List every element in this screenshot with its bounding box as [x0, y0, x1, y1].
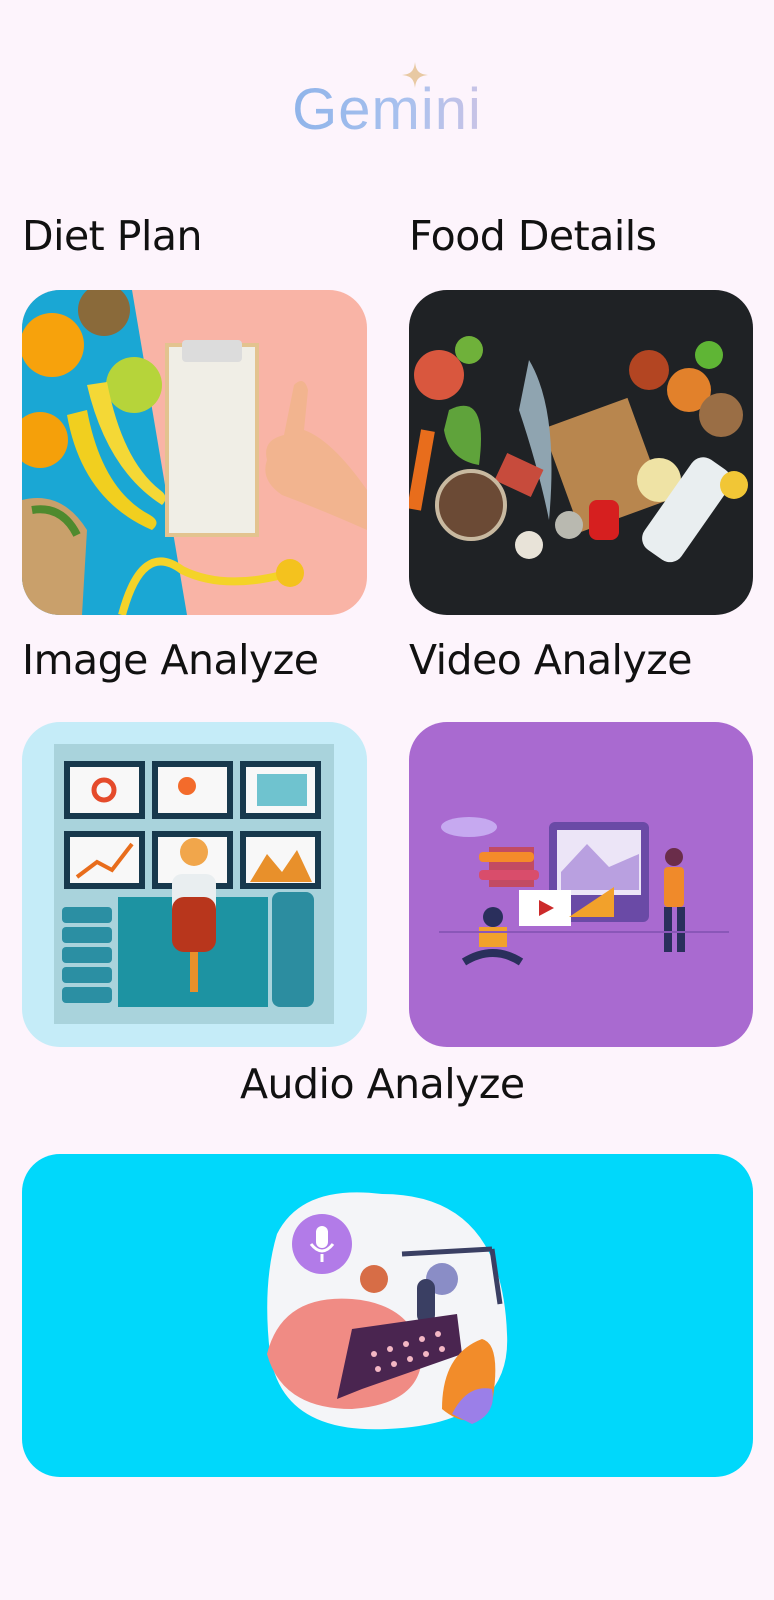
diet-plan-label: Diet Plan	[22, 212, 203, 260]
image-analyze-label: Image Analyze	[22, 636, 319, 684]
food-details-card[interactable]	[409, 290, 753, 615]
food-details-label: Food Details	[409, 212, 657, 260]
video-analyze-label: Video Analyze	[409, 636, 692, 684]
food-details-image	[409, 290, 753, 615]
image-analyze-image	[54, 744, 334, 1024]
diet-plan-card[interactable]	[22, 290, 367, 615]
gemini-logo: Gemini	[0, 62, 774, 150]
logo-text: Gemini	[292, 77, 482, 142]
image-analyze-card[interactable]	[22, 722, 367, 1047]
audio-analyze-label: Audio Analyze	[240, 1060, 525, 1108]
audio-analyze-card[interactable]	[22, 1154, 753, 1477]
sparkle-icon	[402, 62, 428, 88]
video-analyze-card[interactable]	[409, 722, 753, 1047]
video-analyze-image	[439, 817, 729, 966]
diet-plan-image	[22, 290, 367, 615]
audio-analyze-image	[267, 1192, 508, 1430]
